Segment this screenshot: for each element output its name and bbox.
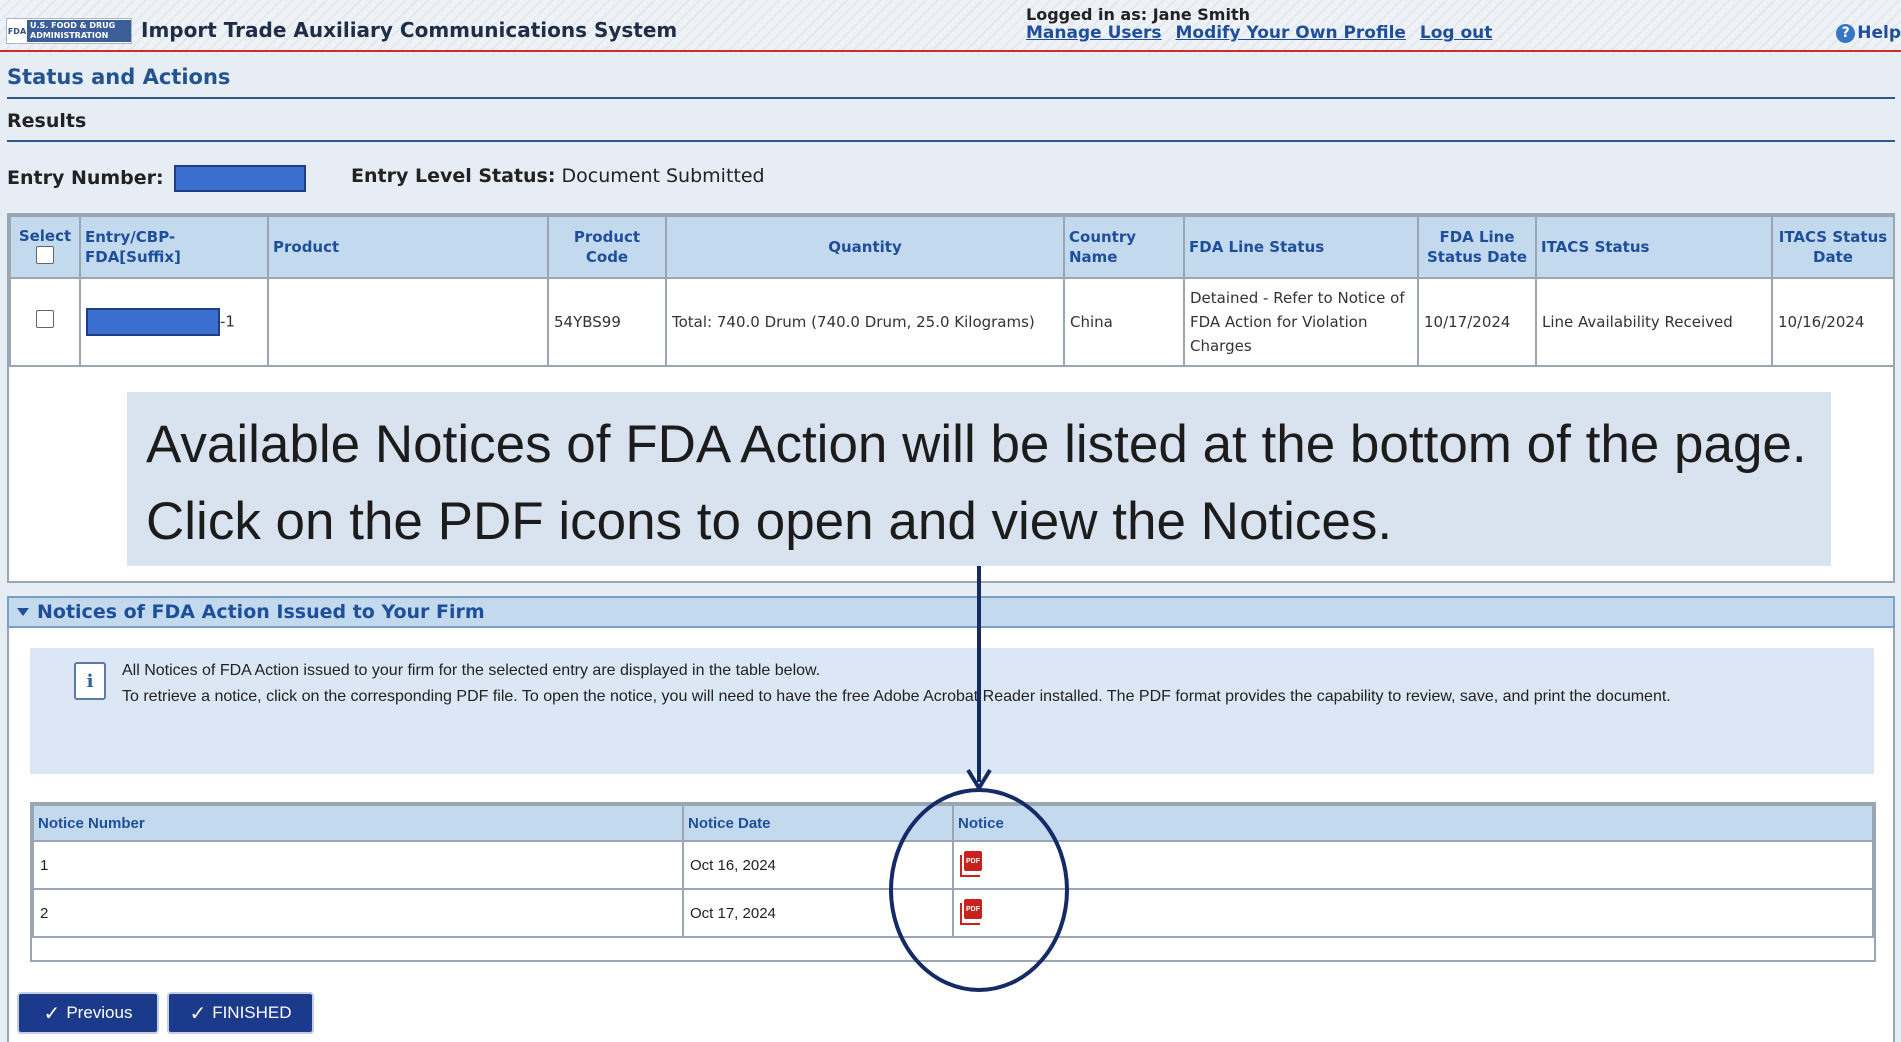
section-title: Status and Actions [7,65,231,89]
fda-logo-mark: FDA [7,26,27,36]
callout-text: Available Notices of FDA Action will be … [146,415,1807,551]
info-box: i All Notices of FDA Action issued to yo… [30,648,1874,774]
col-quantity: Quantity [665,215,1065,279]
row-select-checkbox[interactable] [36,309,54,328]
pdf-icon[interactable]: PDF [960,851,982,877]
col-itacs-status-date: ITACS Status Date [1771,215,1895,279]
fda-line-status-date-cell: 10/17/2024 [1417,277,1537,367]
itacs-status-date-cell: 10/16/2024 [1771,277,1895,367]
app-header: FDA U.S. FOOD & DRUG ADMINISTRATION Impo… [0,0,1901,52]
quantity-cell: Total: 740.0 Drum (740.0 Drum, 25.0 Kilo… [665,277,1065,367]
entry-level-status-value: Document Submitted [561,165,765,187]
info-text-line2: To retrieve a notice, click on the corre… [122,688,1671,705]
fda-logo: FDA U.S. FOOD & DRUG ADMINISTRATION [6,18,132,44]
results-table: Select Entry/CBP-FDA[Suffix] Product Pro… [9,215,1895,367]
help-icon: ? [1836,23,1856,43]
caret-down-icon [17,608,29,616]
notice-number-cell: 2 [32,888,684,938]
col-notice-number: Notice Number [32,804,684,842]
product-cell [267,277,549,367]
notices-table: Notice Number Notice Date Notice 1 Oct 1… [32,804,1874,938]
entry-redacted [86,308,220,336]
col-fda-line-status: FDA Line Status [1183,215,1419,279]
select-all-checkbox[interactable] [36,245,54,264]
itacs-status-cell: Line Availability Received [1535,277,1773,367]
info-text-line1: All Notices of FDA Action issued to your… [122,662,821,679]
row-select-cell [9,277,81,367]
entry-number-redacted [173,165,306,192]
instruction-callout: Available Notices of FDA Action will be … [127,392,1831,566]
fda-logo-text: U.S. FOOD & DRUG ADMINISTRATION [27,20,131,42]
help-link[interactable]: ? Help [1836,23,1901,43]
results-divider [7,140,1895,142]
entry-number-label: Entry Number: [7,167,164,189]
previous-button-label: Previous [66,1003,133,1022]
check-icon: ✓ [189,1002,207,1025]
col-select: Select [9,215,81,279]
col-product-code: Product Code [547,215,667,279]
section-divider [7,97,1895,99]
notice-date-cell: Oct 17, 2024 [682,888,954,938]
notices-table-wrapper: Notice Number Notice Date Notice 1 Oct 1… [30,802,1876,962]
pdf-icon[interactable]: PDF [960,899,982,925]
notices-header-row: Notice Number Notice Date Notice [32,804,1874,842]
manage-users-link[interactable]: Manage Users [1026,23,1162,43]
entry-number: Entry Number: [7,165,306,192]
product-code-cell: 54YBS99 [547,277,667,367]
col-country: Country Name [1063,215,1185,279]
notices-title: Notices of FDA Action Issued to Your Fir… [37,601,485,623]
logged-in-user: Logged in as: Jane Smith [1026,5,1250,24]
table-row: -1 54YBS99 Total: 740.0 Drum (740.0 Drum… [9,277,1895,367]
notices-panel: i All Notices of FDA Action issued to yo… [7,628,1895,1042]
entry-level-status-label: Entry Level Status: [351,165,556,187]
notice-pdf-cell: PDF [952,840,1874,890]
col-fda-line-status-date: FDA Line Status Date [1417,215,1537,279]
finished-button-label: FINISHED [212,1003,292,1022]
table-row: 1 Oct 16, 2024 PDF [32,840,1874,890]
modify-profile-link[interactable]: Modify Your Own Profile [1175,23,1405,43]
col-notice-date: Notice Date [682,804,954,842]
entry-suffix: -1 [220,312,235,331]
results-title: Results [7,110,87,132]
col-product: Product [267,215,549,279]
results-header-row: Select Entry/CBP-FDA[Suffix] Product Pro… [9,215,1895,279]
entry-level-status: Entry Level Status: Document Submitted [351,165,765,187]
user-links: Manage Users Modify Your Own Profile Log… [1026,23,1500,43]
notices-section-toggle[interactable]: Notices of FDA Action Issued to Your Fir… [7,596,1895,628]
finished-button[interactable]: ✓ FINISHED [167,992,314,1034]
notice-number-cell: 1 [32,840,684,890]
info-icon: i [74,662,106,700]
help-label: Help [1857,23,1901,43]
previous-button[interactable]: ✓ Previous [17,992,159,1034]
col-select-label: Select [18,226,72,245]
entry-cell: -1 [79,277,269,367]
fda-line-status-cell: Detained - Refer to Notice of FDA Action… [1183,277,1419,367]
country-cell: China [1063,277,1185,367]
col-notice: Notice [952,804,1874,842]
notice-date-cell: Oct 16, 2024 [682,840,954,890]
log-out-link[interactable]: Log out [1420,23,1493,43]
check-icon: ✓ [43,1002,61,1025]
col-itacs-status: ITACS Status [1535,215,1773,279]
table-row: 2 Oct 17, 2024 PDF [32,888,1874,938]
notice-pdf-cell: PDF [952,888,1874,938]
app-title: Import Trade Auxiliary Communications Sy… [141,18,678,42]
col-entry: Entry/CBP-FDA[Suffix] [79,215,269,279]
